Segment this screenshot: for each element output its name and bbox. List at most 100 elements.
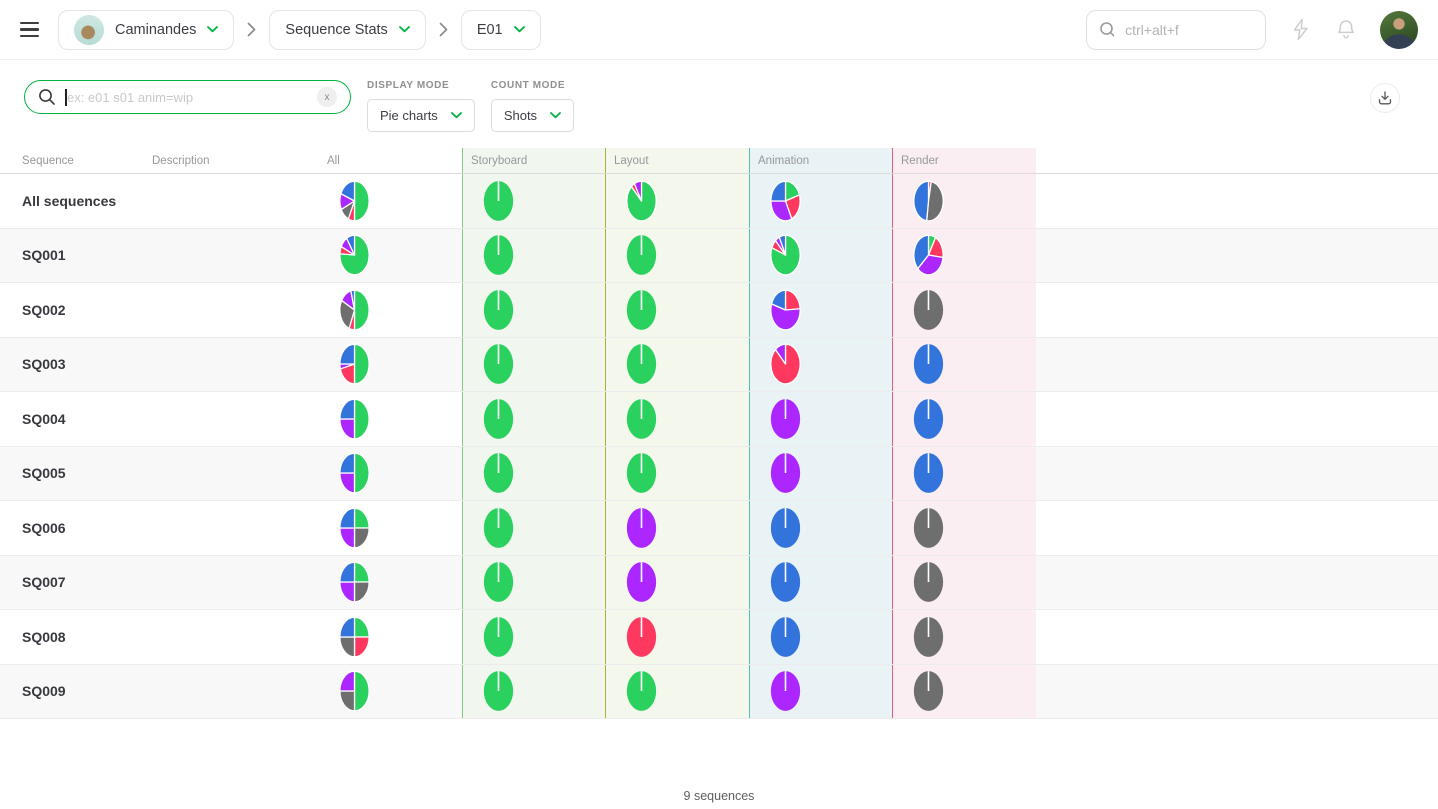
filler bbox=[1036, 447, 1438, 501]
export-button[interactable] bbox=[1370, 83, 1400, 113]
status-pie-chart bbox=[339, 180, 370, 222]
pie-cell-storyboard bbox=[462, 229, 605, 283]
pie-cell-animation bbox=[749, 665, 892, 719]
pie-cell-all bbox=[300, 610, 462, 664]
quick-actions-button[interactable] bbox=[1289, 18, 1312, 41]
sequence-filter-search[interactable]: x bbox=[24, 80, 351, 114]
status-pie-chart bbox=[626, 234, 657, 276]
pie-cell-render bbox=[892, 665, 1036, 719]
pie-cell-layout bbox=[605, 665, 749, 719]
pie-cell-all bbox=[300, 665, 462, 719]
pie-cell-layout bbox=[605, 283, 749, 337]
filter-bar: x DISPLAY MODE Pie charts COUNT MODE Sho… bbox=[0, 60, 1438, 132]
pie-cell-all bbox=[300, 447, 462, 501]
pie-cell-storyboard bbox=[462, 447, 605, 501]
status-pie-chart bbox=[913, 616, 944, 658]
status-pie-chart bbox=[770, 234, 801, 276]
pie-cell-render bbox=[892, 229, 1036, 283]
status-pie-chart bbox=[626, 343, 657, 385]
status-pie-chart bbox=[483, 452, 514, 494]
column-header-animation: Animation bbox=[749, 148, 892, 173]
global-search[interactable] bbox=[1086, 10, 1266, 50]
clear-search-button[interactable]: x bbox=[317, 87, 337, 107]
sequence-name-cell: SQ008 bbox=[22, 610, 152, 664]
column-header-label: Animation bbox=[758, 155, 809, 167]
status-pie-chart bbox=[339, 398, 370, 440]
count-mode-select[interactable]: Shots bbox=[491, 99, 574, 132]
sequence-name-cell: SQ006 bbox=[22, 501, 152, 555]
count-mode-group: COUNT MODE Shots bbox=[491, 80, 574, 132]
status-pie-chart bbox=[483, 507, 514, 549]
sequence-name[interactable]: SQ001 bbox=[22, 247, 66, 263]
gutter bbox=[0, 229, 22, 283]
pie-cell-layout bbox=[605, 338, 749, 392]
column-header-layout: Layout bbox=[605, 148, 749, 173]
pie-cell-all bbox=[300, 501, 462, 555]
status-pie-chart bbox=[483, 234, 514, 276]
sequence-name[interactable]: SQ005 bbox=[22, 465, 66, 481]
description-cell bbox=[152, 338, 300, 392]
sequence-row: SQ004 bbox=[0, 392, 1438, 447]
status-pie-chart bbox=[483, 561, 514, 603]
gutter bbox=[0, 665, 22, 719]
hamburger-menu-icon[interactable] bbox=[20, 22, 39, 37]
column-header-description: Description bbox=[152, 148, 300, 173]
status-pie-chart bbox=[339, 234, 370, 276]
pie-cell-storyboard bbox=[462, 338, 605, 392]
sequence-name[interactable]: SQ009 bbox=[22, 683, 66, 699]
gutter bbox=[0, 501, 22, 555]
pie-cell-animation bbox=[749, 392, 892, 446]
status-pie-chart bbox=[626, 616, 657, 658]
sequence-name[interactable]: SQ003 bbox=[22, 356, 66, 372]
pie-cell-layout bbox=[605, 447, 749, 501]
pie-cell-animation bbox=[749, 447, 892, 501]
display-mode-label: DISPLAY MODE bbox=[367, 80, 475, 91]
display-mode-group: DISPLAY MODE Pie charts bbox=[367, 80, 475, 132]
status-pie-chart bbox=[339, 452, 370, 494]
sequence-count: 9 sequences bbox=[0, 789, 1438, 803]
status-pie-chart bbox=[626, 670, 657, 712]
sequence-name[interactable]: SQ002 bbox=[22, 302, 66, 318]
chevron-down-icon bbox=[514, 26, 525, 33]
status-pie-chart bbox=[339, 343, 370, 385]
pie-cell-animation bbox=[749, 174, 892, 228]
description-cell bbox=[152, 665, 300, 719]
sequence-name-cell: SQ004 bbox=[22, 392, 152, 446]
user-avatar[interactable] bbox=[1380, 11, 1418, 49]
description-cell bbox=[152, 556, 300, 610]
filler bbox=[1036, 229, 1438, 283]
section-dropdown[interactable]: Sequence Stats bbox=[269, 10, 425, 50]
gutter bbox=[0, 338, 22, 392]
filler bbox=[1036, 501, 1438, 555]
sequence-row: SQ005 bbox=[0, 447, 1438, 502]
pie-cell-render bbox=[892, 283, 1036, 337]
pie-cell-render bbox=[892, 556, 1036, 610]
filter-search-input[interactable] bbox=[65, 89, 308, 106]
sequence-name[interactable]: SQ004 bbox=[22, 411, 66, 427]
chevron-down-icon bbox=[207, 26, 218, 33]
status-pie-chart bbox=[770, 452, 801, 494]
sequence-name[interactable]: SQ006 bbox=[22, 520, 66, 536]
column-header-render: Render bbox=[892, 148, 1036, 173]
episode-dropdown[interactable]: E01 bbox=[461, 10, 541, 50]
global-search-input[interactable] bbox=[1123, 21, 1253, 39]
pie-cell-render bbox=[892, 174, 1036, 228]
pie-cell-storyboard bbox=[462, 501, 605, 555]
column-header-label: Storyboard bbox=[471, 155, 527, 167]
sequence-name[interactable]: SQ008 bbox=[22, 629, 66, 645]
pie-cell-animation bbox=[749, 501, 892, 555]
breadcrumb-separator-icon bbox=[247, 22, 256, 37]
sequence-row: All sequences bbox=[0, 174, 1438, 229]
production-dropdown[interactable]: Caminandes bbox=[58, 10, 234, 50]
pie-cell-all bbox=[300, 556, 462, 610]
pie-cell-storyboard bbox=[462, 392, 605, 446]
description-cell bbox=[152, 174, 300, 228]
stats-table: SequenceDescriptionAllStoryboardLayoutAn… bbox=[0, 148, 1438, 719]
sequence-name[interactable]: SQ007 bbox=[22, 574, 66, 590]
description-cell bbox=[152, 229, 300, 283]
status-pie-chart bbox=[770, 398, 801, 440]
pie-cell-render bbox=[892, 338, 1036, 392]
gutter bbox=[0, 148, 22, 173]
notifications-button[interactable] bbox=[1335, 18, 1357, 41]
display-mode-select[interactable]: Pie charts bbox=[367, 99, 475, 132]
